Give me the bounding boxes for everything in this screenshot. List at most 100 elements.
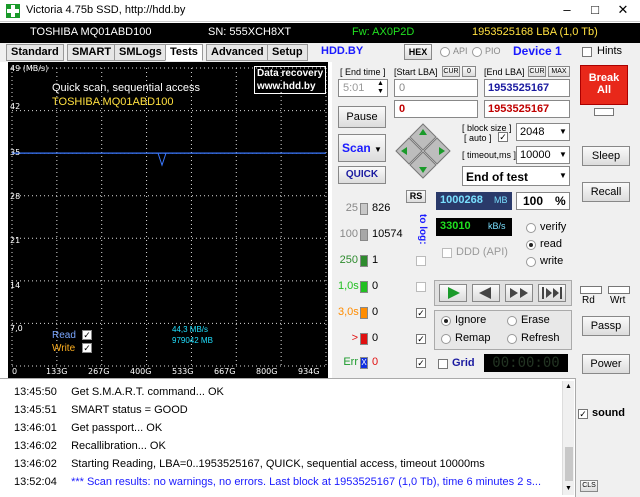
break-all-button[interactable]: Break All xyxy=(580,65,628,105)
read-radio[interactable] xyxy=(526,240,536,250)
erase-radio[interactable] xyxy=(507,316,517,326)
remap-radio[interactable] xyxy=(441,334,451,344)
end-cur-button[interactable]: CUR xyxy=(528,66,546,77)
log-scrollbar[interactable]: ▲ ▼ xyxy=(562,381,574,495)
scroll-up-icon[interactable]: ▲ xyxy=(565,383,572,390)
window-title: Victoria 4.75b SSD, http://hdd.by xyxy=(26,4,186,16)
auto-checkbox[interactable]: ✓ xyxy=(498,132,508,142)
counter-swatch xyxy=(360,203,368,215)
counter-row: 100 10574 xyxy=(338,228,408,242)
close-button[interactable]: ✕ xyxy=(609,0,637,21)
recall-button[interactable]: Recall xyxy=(582,182,630,202)
end-time-field[interactable]: 5:01 ▲ ▼ xyxy=(338,79,388,97)
minimize-button[interactable]: – xyxy=(553,0,581,21)
tab-advanced[interactable]: Advanced xyxy=(206,44,269,61)
device-label[interactable]: Device 1 xyxy=(513,44,562,58)
counter-count: 0 xyxy=(372,306,379,318)
current-speed: 44,3 MB/s xyxy=(172,325,209,334)
quick-button[interactable]: QUICK xyxy=(338,166,386,184)
end-max-button[interactable]: MAX xyxy=(548,66,570,77)
percent-box: 100 % xyxy=(516,192,570,210)
log-checkbox[interactable]: ✓ xyxy=(416,334,426,344)
skip-icon[interactable] xyxy=(505,284,533,302)
percent-unit: % xyxy=(555,194,566,208)
counter-row: 1,0s 0 xyxy=(338,280,408,294)
error-x-icon: X xyxy=(360,357,368,369)
right-controls-panel: Break All Sleep Recall Rd Wrt Passp Powe… xyxy=(576,62,640,378)
sound-panel: ✓ sound CLS xyxy=(576,378,640,497)
refresh-radio[interactable] xyxy=(507,334,517,344)
log-row: 13:45:50 Get S.M.A.R.T. command... OK xyxy=(14,386,224,402)
back-icon[interactable] xyxy=(472,284,500,302)
start-cur-button[interactable]: CUR xyxy=(442,66,460,77)
log-row: 13:46:02 Recallibration... OK xyxy=(14,440,166,456)
hdd-by-link[interactable]: HDD.BY xyxy=(321,45,363,57)
grid-label: Grid xyxy=(452,357,475,369)
sleep-button[interactable]: Sleep xyxy=(582,146,630,166)
seek-direction-pad[interactable] xyxy=(394,122,452,180)
scroll-thumb[interactable] xyxy=(565,447,573,481)
start-lba-field[interactable]: 0 xyxy=(394,79,478,97)
log-checkbox[interactable] xyxy=(416,282,426,292)
tab-standard[interactable]: Standard xyxy=(6,44,64,61)
tab-tests[interactable]: Tests xyxy=(165,44,203,61)
start-zero-button[interactable]: 0 xyxy=(462,66,476,77)
end-icon[interactable] xyxy=(538,284,566,302)
scroll-down-icon[interactable]: ▼ xyxy=(565,485,572,492)
log-checkbox[interactable]: ✓ xyxy=(416,308,426,318)
block-size-dropdown-icon: ▼ xyxy=(559,127,567,136)
break-label: Break xyxy=(588,72,620,84)
passp-button[interactable]: Passp xyxy=(582,316,630,336)
api-radio[interactable] xyxy=(440,47,450,57)
end-time-spinner[interactable]: ▲ ▼ xyxy=(377,80,384,96)
all-label: All xyxy=(596,84,612,96)
y-tick-label: 21 xyxy=(10,236,21,245)
sound-checkbox[interactable]: ✓ xyxy=(578,409,588,419)
block-size-select[interactable]: 2048 ▼ xyxy=(516,123,570,141)
timeout-select[interactable]: 10000 ▼ xyxy=(516,146,570,164)
tab-smart[interactable]: SMART xyxy=(67,44,117,61)
write-checkbox[interactable]: ✓ xyxy=(82,343,92,353)
log-row: 13:52:04 *** Scan results: no warnings, … xyxy=(14,476,562,492)
end-of-test-dropdown-icon: ▼ xyxy=(559,171,567,180)
y-tick-label: 42 xyxy=(10,102,21,111)
rs-button[interactable]: RS xyxy=(406,190,426,203)
scan-button[interactable]: Scan ▼ xyxy=(338,134,386,162)
counter-label: Err xyxy=(343,356,358,368)
counter-row: Err X 0 xyxy=(338,356,408,370)
counter-row: 250 1 xyxy=(338,254,408,268)
auto-label: [ auto ] xyxy=(464,133,492,143)
log-time: 13:46:02 xyxy=(14,458,57,470)
log-time: 13:45:50 xyxy=(14,386,57,398)
direction-pad-icon xyxy=(395,123,451,179)
ignore-radio[interactable] xyxy=(441,316,451,326)
hex-button[interactable]: HEX xyxy=(404,44,432,60)
tab-setup[interactable]: Setup xyxy=(267,44,308,61)
counter-swatch xyxy=(360,333,368,345)
tab-smlogs[interactable]: SMLogs xyxy=(114,44,167,61)
log-panel: 13:45:50 Get S.M.A.R.T. command... OK 13… xyxy=(0,378,576,497)
log-checkbox[interactable]: ✓ xyxy=(416,358,426,368)
radio-dot xyxy=(444,319,448,323)
write-radio[interactable] xyxy=(526,257,536,267)
log-checkbox[interactable] xyxy=(416,256,426,266)
play-icon[interactable] xyxy=(439,284,467,302)
start-lba-current: 0 xyxy=(394,100,478,118)
grid-checkbox[interactable] xyxy=(438,359,448,369)
end-of-test-select[interactable]: End of test ▼ xyxy=(462,166,570,186)
pause-button[interactable]: Pause xyxy=(338,106,386,128)
pio-radio[interactable] xyxy=(472,47,482,57)
power-button[interactable]: Power xyxy=(582,354,630,374)
end-lba-value: 1953525167 xyxy=(488,82,550,94)
drive-model: TOSHIBA MQ01ABD100 xyxy=(30,26,152,38)
hints-checkbox[interactable] xyxy=(582,47,592,57)
counter-count: 826 xyxy=(372,202,391,214)
read-checkbox[interactable]: ✓ xyxy=(82,330,92,340)
verify-radio[interactable] xyxy=(526,223,536,233)
ddd-api-checkbox[interactable] xyxy=(442,248,452,258)
maximize-button[interactable]: □ xyxy=(581,0,609,21)
cls-button[interactable]: CLS xyxy=(580,480,598,492)
wrt-indicator xyxy=(608,286,630,294)
counter-count: 0 xyxy=(372,356,379,368)
end-lba-field[interactable]: 1953525167 xyxy=(484,79,570,97)
